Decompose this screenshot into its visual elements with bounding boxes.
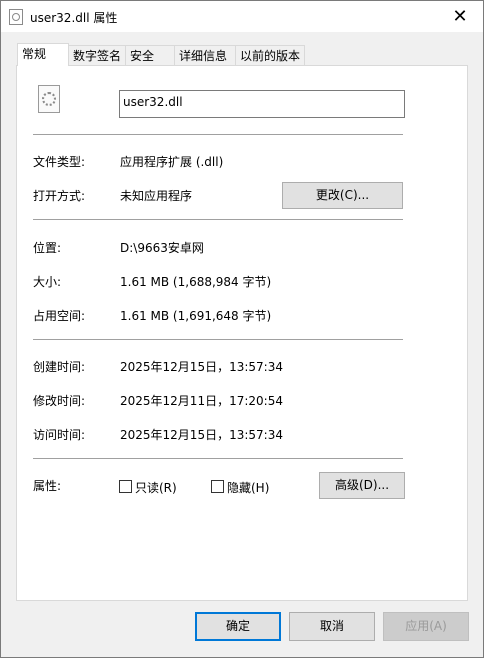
opens-with-value: 未知应用程序: [120, 189, 193, 203]
ok-button[interactable]: 确定: [195, 612, 281, 641]
close-button[interactable]: ✕: [437, 1, 483, 32]
change-button[interactable]: 更改(C)...: [282, 182, 403, 209]
created-label: 创建时间:: [33, 360, 86, 374]
apply-button[interactable]: 应用(A): [383, 612, 469, 641]
size-on-disk-value: 1.61 MB (1,691,648 字节): [120, 309, 272, 323]
tab-security[interactable]: 安全: [125, 45, 175, 65]
cancel-button[interactable]: 取消: [289, 612, 375, 641]
window-title: user32.dll 属性: [30, 11, 118, 25]
opens-with-label: 打开方式:: [33, 189, 86, 203]
location-value: D:\9663安卓网: [120, 241, 204, 255]
dll-file-icon-large: [38, 85, 60, 113]
file-name-input[interactable]: user32.dll: [119, 90, 405, 118]
advanced-button[interactable]: 高级(D)...: [319, 472, 405, 499]
separator: [33, 458, 403, 459]
size-on-disk-label: 占用空间:: [33, 309, 86, 323]
general-panel: user32.dll 文件类型: 应用程序扩展 (.dll) 打开方式: 未知应…: [16, 65, 468, 601]
readonly-checkbox[interactable]: [119, 480, 132, 493]
gear-icon: [42, 92, 56, 106]
hidden-checkbox[interactable]: [211, 480, 224, 493]
tab-previous-versions[interactable]: 以前的版本: [235, 45, 305, 65]
tab-details[interactable]: 详细信息: [174, 45, 236, 65]
accessed-value: 2025年12月15日，13:57:34: [120, 428, 283, 442]
modified-label: 修改时间:: [33, 394, 86, 408]
separator: [33, 134, 403, 135]
modified-value: 2025年12月11日，17:20:54: [120, 394, 283, 408]
file-type-value: 应用程序扩展 (.dll): [120, 155, 224, 169]
tab-general[interactable]: 常规: [17, 43, 69, 66]
size-label: 大小:: [33, 275, 62, 289]
readonly-label[interactable]: 只读(R): [135, 479, 177, 496]
file-type-label: 文件类型:: [33, 155, 86, 169]
title-bar: user32.dll 属性 ✕: [1, 1, 483, 32]
attributes-label: 属性:: [33, 479, 62, 493]
separator: [33, 339, 403, 340]
size-value: 1.61 MB (1,688,984 字节): [120, 275, 272, 289]
location-label: 位置:: [33, 241, 62, 255]
separator: [33, 219, 403, 220]
hidden-label[interactable]: 隐藏(H): [227, 479, 269, 496]
created-value: 2025年12月15日，13:57:34: [120, 360, 283, 374]
accessed-label: 访问时间:: [33, 428, 86, 442]
dll-file-icon: [9, 9, 23, 25]
tab-digital-signatures[interactable]: 数字签名: [68, 45, 126, 65]
properties-window: user32.dll 属性 ✕ 常规 数字签名 安全 详细信息 以前的版本 us…: [0, 0, 484, 658]
